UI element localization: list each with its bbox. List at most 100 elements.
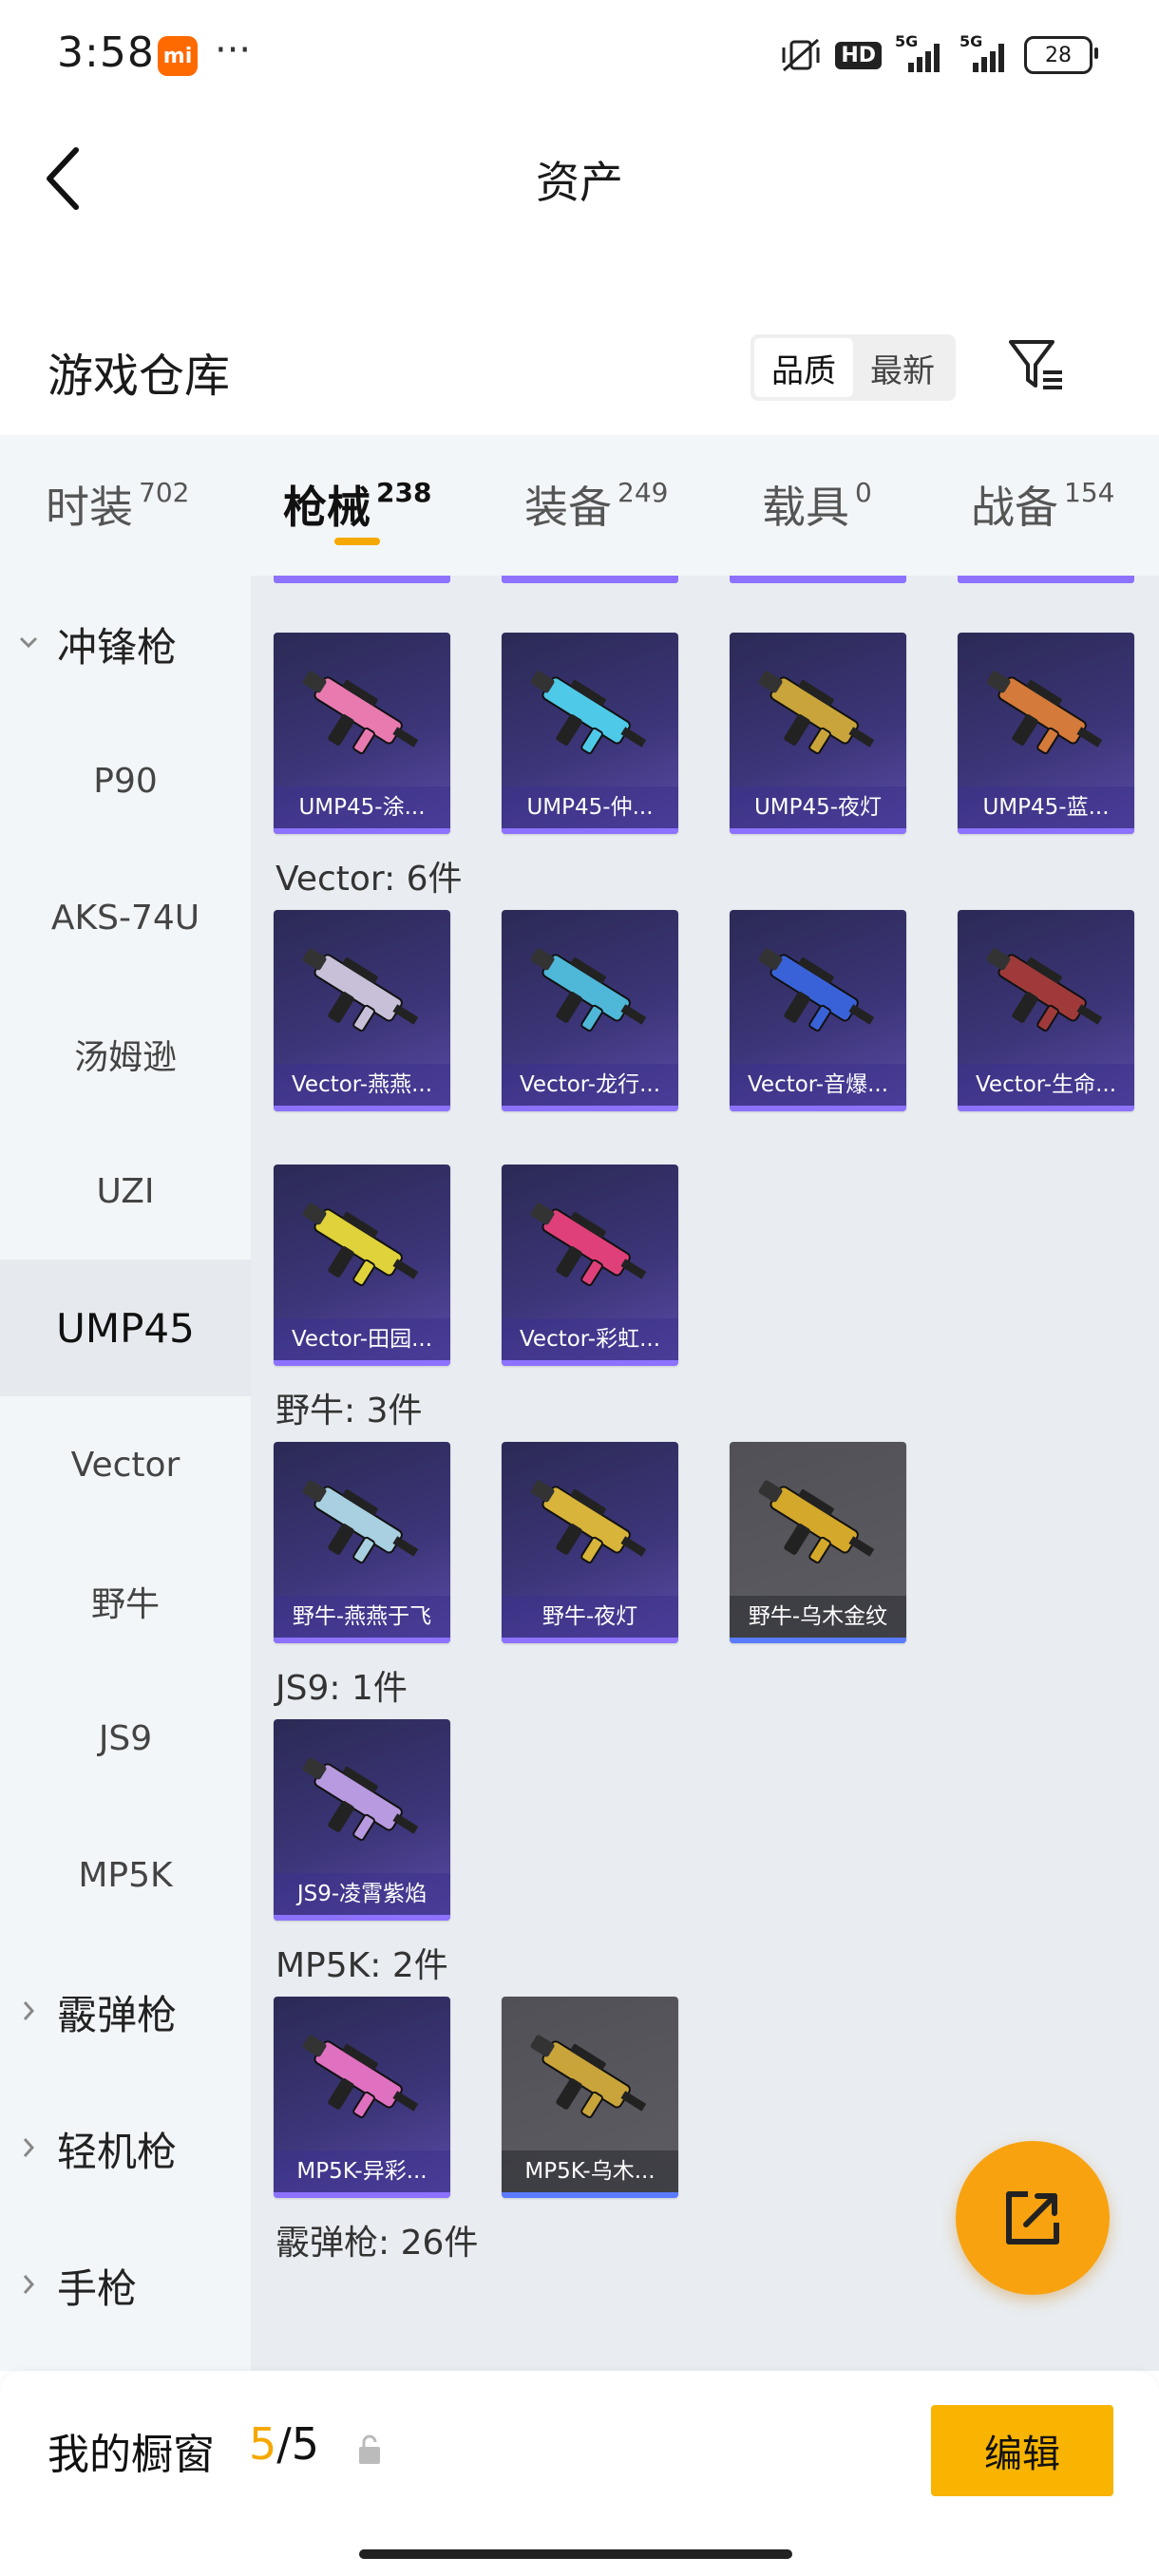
showcase-bar: 我的橱窗 5/5 编辑 xyxy=(0,2371,1159,2576)
sidebar-item-label: 手枪 xyxy=(57,2264,138,2312)
partial-card xyxy=(502,576,678,583)
gun-skin-icon xyxy=(302,1480,419,1563)
gun-skin-icon xyxy=(530,2035,647,2118)
sidebar-item-label: 霰弹枪 xyxy=(57,1991,178,2038)
skin-name: Vector-田园... xyxy=(274,1318,450,1360)
battery-icon: 28 xyxy=(1024,36,1098,74)
sidebar-item-smg[interactable]: 冲锋枪 xyxy=(0,576,251,712)
skin-card[interactable]: MP5K-异彩... xyxy=(274,1997,450,2198)
gun-skin-icon xyxy=(530,1203,647,1286)
skin-card[interactable]: 野牛-燕燕于飞 xyxy=(274,1442,450,1643)
weapon-sidebar: 冲锋枪 P90 AKS-74U 汤姆逊 UZI UMP45 Vector 野牛 … xyxy=(0,576,251,2371)
page-title: 资产 xyxy=(536,157,623,208)
skin-name: Vector-彩虹... xyxy=(502,1318,678,1360)
tab-tactical[interactable]: 战备 154 xyxy=(971,473,1114,536)
status-bar: 3:58 mi ··· HD 5G 5G 28 xyxy=(0,0,1159,114)
skin-name: 野牛-燕燕于飞 xyxy=(274,1596,450,1638)
skin-name: UMP45-夜灯 xyxy=(730,786,906,828)
skin-card[interactable]: JS9-凌霄紫焰 xyxy=(274,1719,450,1921)
chevron-down-icon xyxy=(19,636,38,649)
signal-icon: 5G xyxy=(960,32,1011,72)
gun-skin-icon xyxy=(758,671,875,754)
sort-quality-button[interactable]: 品质 xyxy=(754,338,853,397)
mi-app-icon: mi xyxy=(158,36,198,76)
gun-skin-icon xyxy=(302,2035,419,2118)
tab-equipment[interactable]: 装备 249 xyxy=(524,473,668,536)
sidebar-item-ump45[interactable]: UMP45 xyxy=(0,1260,251,1396)
skin-card[interactable]: UMP45-夜灯 xyxy=(730,633,906,834)
skin-name: Vector-龙行... xyxy=(502,1064,678,1106)
skin-card[interactable]: 野牛-夜灯 xyxy=(502,1442,678,1643)
sidebar-item-pistol[interactable]: 手枪 xyxy=(0,2217,251,2354)
sidebar-item-vector[interactable]: Vector xyxy=(0,1396,251,1533)
skin-card[interactable]: Vector-生命... xyxy=(958,910,1134,1111)
gun-skin-icon xyxy=(530,948,647,1032)
gun-skin-icon xyxy=(530,1480,647,1563)
skin-name: Vector-生命... xyxy=(958,1064,1134,1106)
skin-name: Vector-音爆... xyxy=(730,1064,906,1106)
gun-skin-icon xyxy=(302,948,419,1032)
status-indicators: HD 5G 5G 28 xyxy=(780,32,1098,74)
chevron-right-icon xyxy=(23,2001,35,2020)
sidebar-item-label: 冲锋枪 xyxy=(57,623,178,671)
gun-skin-icon xyxy=(986,948,1103,1032)
gun-skin-icon xyxy=(302,671,419,754)
vibrate-mute-icon xyxy=(782,38,820,72)
skin-card[interactable]: 野牛-乌木金纹 xyxy=(730,1442,906,1643)
skin-card[interactable]: MP5K-乌木... xyxy=(502,1997,678,2198)
sidebar-item-thompson[interactable]: 汤姆逊 xyxy=(0,986,251,1123)
sidebar-item-lmg[interactable]: 轻机枪 xyxy=(0,2080,251,2217)
skin-name: JS9-凌霄紫焰 xyxy=(274,1873,450,1915)
partial-card xyxy=(274,576,450,583)
tab-firearms[interactable]: 枪械 238 xyxy=(283,473,431,536)
sidebar-item-label: 轻机枪 xyxy=(57,2128,178,2175)
gun-skin-icon xyxy=(758,948,875,1032)
gun-skin-icon xyxy=(530,671,647,754)
skin-card[interactable]: Vector-燕燕... xyxy=(274,910,450,1111)
showcase-count: 5/5 xyxy=(249,2418,320,2470)
sidebar-item-aks74u[interactable]: AKS-74U xyxy=(0,849,251,986)
group-label: Vector: 6件 xyxy=(276,860,463,899)
skin-card[interactable]: Vector-龙行... xyxy=(502,910,678,1111)
partial-card xyxy=(958,576,1134,583)
chevron-right-icon xyxy=(23,2275,35,2294)
weapon-skin-grid: UMP45-涂... UMP45-仲... UMP45-夜灯 UMP45-蓝... Ve… xyxy=(251,576,1159,2371)
sidebar-item-mp5k[interactable]: MP5K xyxy=(0,1807,251,1943)
active-tab-indicator xyxy=(334,538,380,545)
share-button[interactable] xyxy=(956,2141,1110,2295)
gun-skin-icon xyxy=(758,1480,875,1563)
nav-bar: 资产 xyxy=(0,114,1159,237)
group-label: MP5K: 2件 xyxy=(276,1946,448,1985)
sidebar-item-js9[interactable]: JS9 xyxy=(0,1670,251,1807)
skin-card[interactable]: UMP45-涂... xyxy=(274,633,450,834)
gun-skin-icon xyxy=(986,671,1103,754)
partial-card xyxy=(730,576,906,583)
skin-card[interactable]: UMP45-仲... xyxy=(502,633,678,834)
skin-name: 野牛-乌木金纹 xyxy=(730,1596,906,1638)
tab-fashion[interactable]: 时装 702 xyxy=(46,473,189,536)
status-time: 3:58 xyxy=(57,28,155,77)
gun-skin-icon xyxy=(302,1203,419,1286)
sidebar-item-uzi[interactable]: UZI xyxy=(0,1123,251,1260)
skin-name: Vector-燕燕... xyxy=(274,1064,450,1106)
signal-icon: 5G xyxy=(895,32,946,72)
sidebar-item-p90[interactable]: P90 xyxy=(0,712,251,849)
sort-newest-button[interactable]: 最新 xyxy=(853,338,952,397)
skin-card[interactable]: Vector-田园... xyxy=(274,1165,450,1366)
gun-skin-icon xyxy=(302,1757,419,1841)
skin-card[interactable]: UMP45-蓝... xyxy=(958,633,1134,834)
group-label: JS9: 1件 xyxy=(276,1669,408,1708)
edit-button[interactable]: 编辑 xyxy=(931,2405,1113,2496)
skin-card[interactable]: Vector-音爆... xyxy=(730,910,906,1111)
skin-card[interactable]: Vector-彩虹... xyxy=(502,1165,678,1366)
group-label: 霰弹枪: 26件 xyxy=(276,2224,479,2263)
filter-icon[interactable] xyxy=(1005,334,1066,395)
group-label: 野牛: 3件 xyxy=(276,1392,423,1430)
sidebar-item-bizon[interactable]: 野牛 xyxy=(0,1533,251,1670)
skin-name: MP5K-异彩... xyxy=(274,2150,450,2192)
skin-name: UMP45-涂... xyxy=(274,786,450,828)
more-notifications-icon: ··· xyxy=(215,28,252,72)
tab-vehicles[interactable]: 载具 0 xyxy=(762,473,872,536)
skin-name: MP5K-乌木... xyxy=(502,2150,678,2192)
sidebar-item-shotgun[interactable]: 霰弹枪 xyxy=(0,1943,251,2080)
